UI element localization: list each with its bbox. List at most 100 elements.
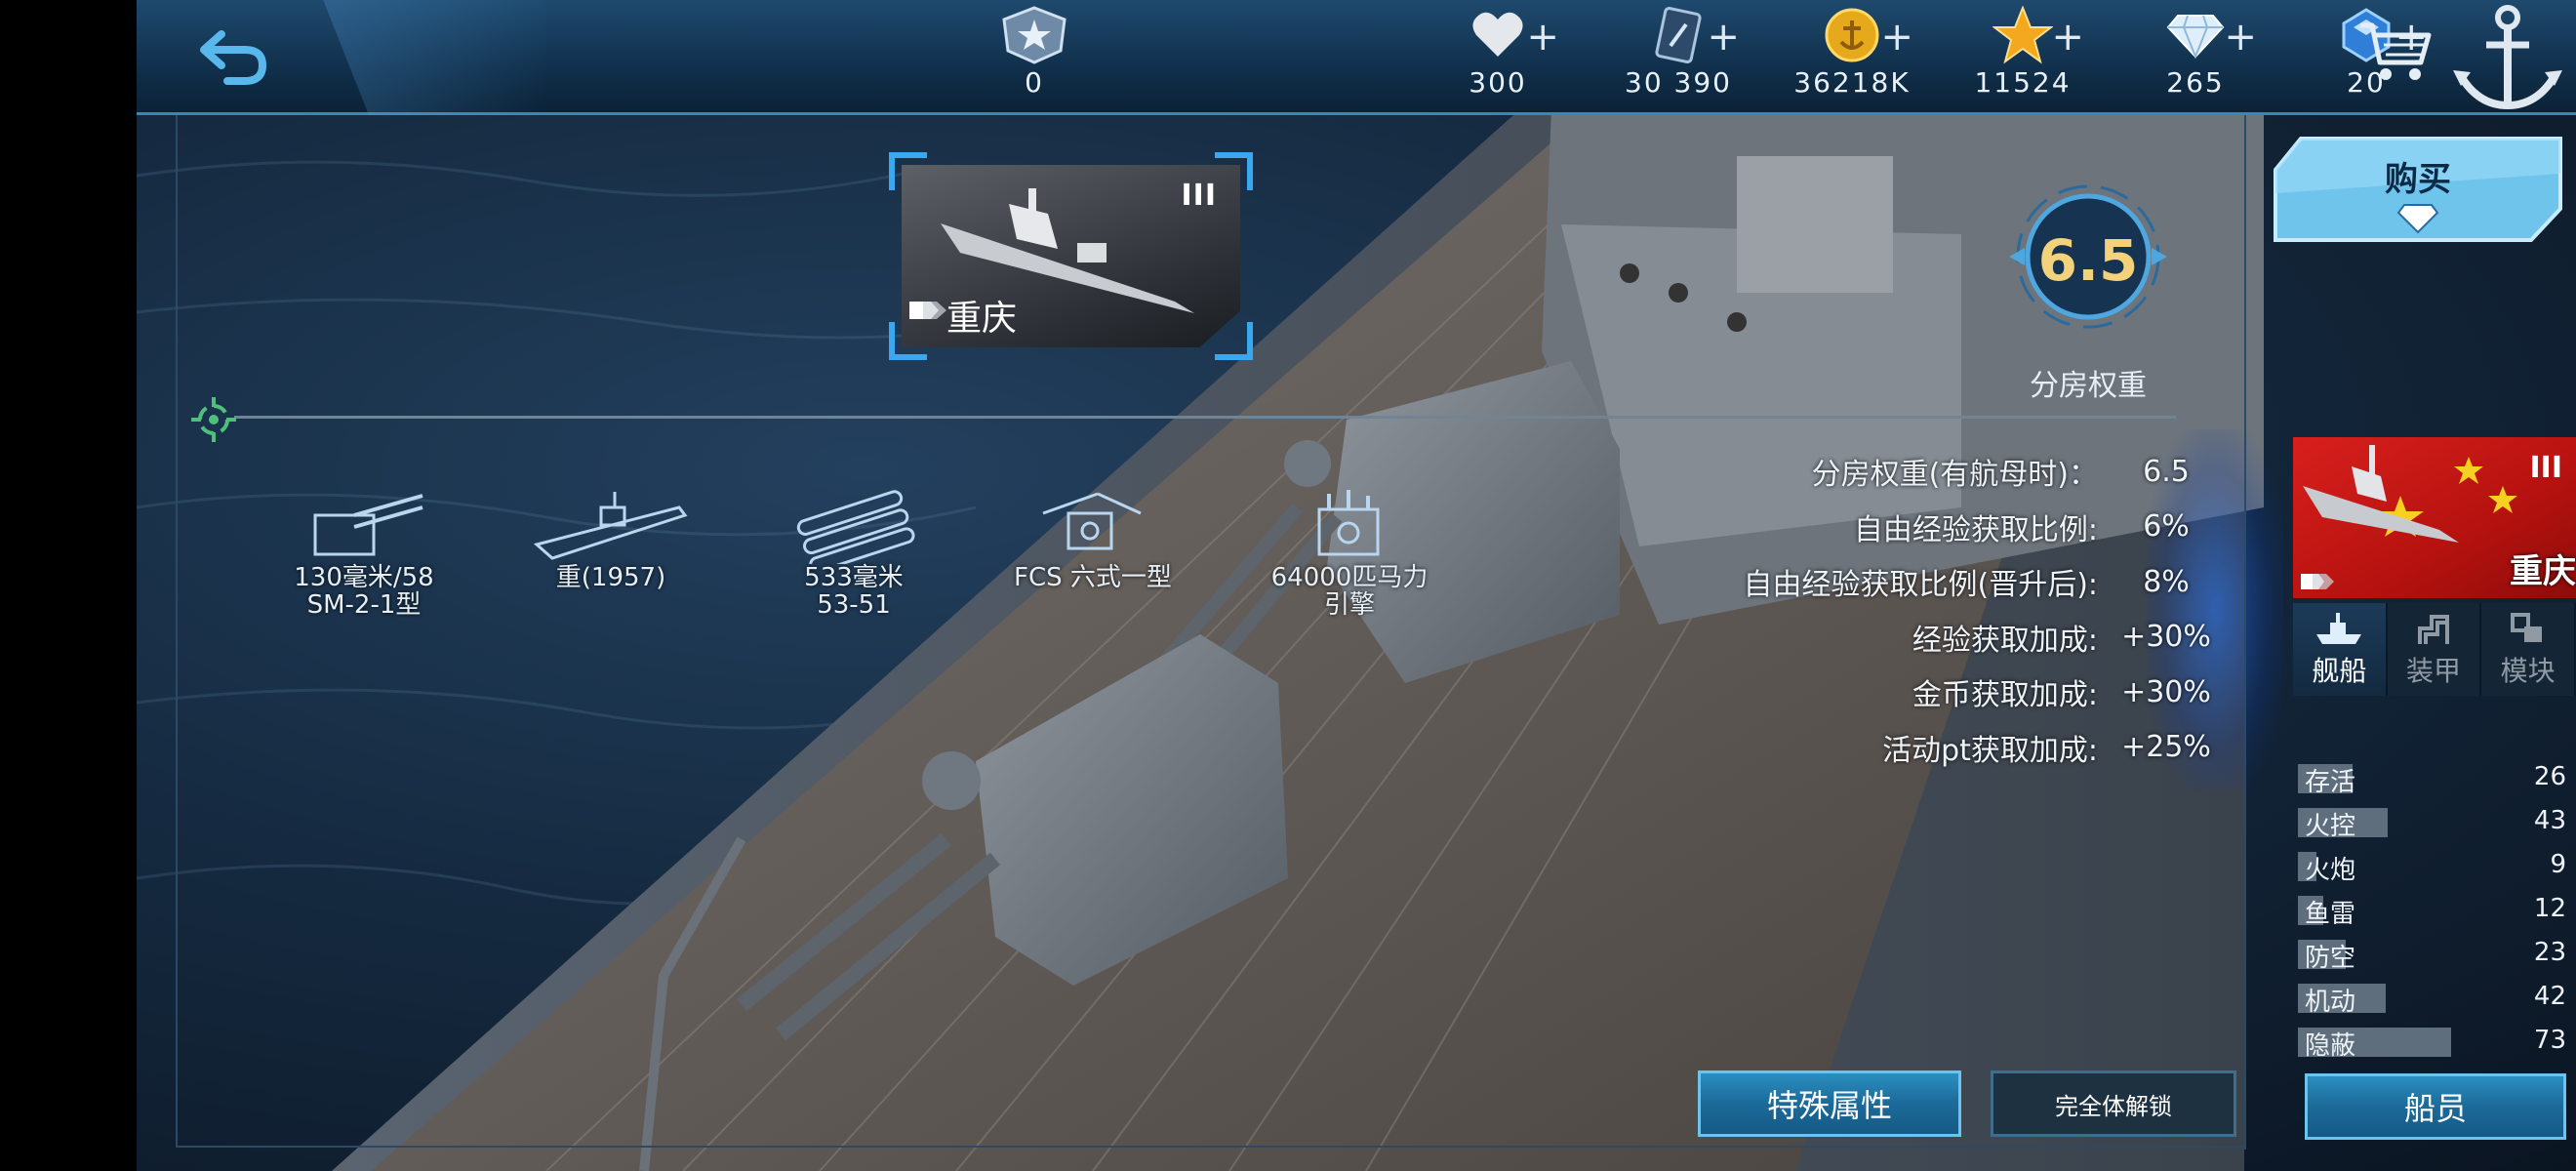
attribute-label: 鱼雷: [2305, 900, 2356, 929]
buy-button[interactable]: 购买: [2272, 135, 2564, 247]
top-bar: 0 + 300 + 30 390 + 36218K + 11524 + 265 …: [137, 0, 2576, 115]
rank-resource[interactable]: 0: [951, 6, 1117, 103]
card-resource[interactable]: + 30 390: [1595, 6, 1761, 103]
stat-label: 分房权重(有航母时)：: [1811, 458, 2098, 493]
main-gun-icon: [313, 494, 423, 556]
rank-value: 0: [1025, 66, 1044, 99]
attribute-list: 存活 26 火控 43 火炮 9 鱼雷 12 防空 23 机动 42 隐蔽 73: [2293, 756, 2576, 1064]
ship-name: 重庆: [946, 299, 1018, 339]
destroyer-class-icon: [909, 302, 946, 319]
attribute-label: 防空: [2305, 944, 2356, 973]
stat-row: 经验获取加成: +30%: [1542, 610, 2225, 666]
buy-label: 购买: [2385, 160, 2451, 199]
fire-control-icon: [1042, 492, 1142, 550]
special-attributes-button[interactable]: 特殊属性: [1698, 1070, 1961, 1137]
engine-icon: [1317, 490, 1380, 556]
side-ship-tier: III: [2529, 451, 2563, 485]
selected-ship-card[interactable]: III 重庆: [888, 151, 1254, 361]
attribute-label: 火炮: [2305, 856, 2356, 885]
fire-control-slot[interactable]: FCS 六式一型: [986, 476, 1200, 591]
attribute-row: 隐蔽 73: [2293, 1020, 2576, 1064]
gold-value: 36218K: [1793, 66, 1911, 99]
shop-cart-button[interactable]: [2356, 18, 2435, 86]
stat-row: 自由经验获取比例: 6%: [1542, 500, 2225, 555]
info-tabs: 舰船 装甲 模块: [2293, 603, 2576, 696]
side-ship-name: 重庆: [2510, 552, 2576, 591]
stat-value: +30%: [2121, 620, 2211, 655]
anchor-menu-button[interactable]: [2449, 0, 2566, 115]
diamond-value: 265: [2166, 66, 2225, 99]
plus-icon: +: [1526, 15, 1559, 60]
stat-row: 活动pt获取加成: +25%: [1542, 720, 2225, 776]
torpedo-label-1: 533毫米: [804, 563, 904, 592]
engine-label-2: 引擎: [1323, 590, 1375, 620]
divider-line: [234, 416, 2176, 419]
torpedo-icon: [796, 490, 915, 564]
tab-armor[interactable]: 装甲: [2387, 603, 2482, 696]
attribute-value: 73: [2533, 1026, 2566, 1055]
ship-flag-card[interactable]: III 重庆: [2293, 437, 2576, 598]
full-unlock-button[interactable]: 完全体解锁: [1991, 1070, 2236, 1137]
ship-stats-list: 分房权重(有航母时)： 6.5 自由经验获取比例: 6% 自由经验获取比例(晋升…: [1542, 444, 2225, 775]
module-tab-icon: [2510, 612, 2542, 642]
back-button[interactable]: [137, 0, 332, 115]
plus-icon: +: [1707, 15, 1740, 60]
heart-resource[interactable]: + 300: [1415, 6, 1581, 103]
gold-resource[interactable]: + 36218K: [1769, 6, 1935, 103]
attribute-value: 43: [2533, 806, 2566, 835]
attribute-value: 12: [2533, 894, 2566, 923]
star-value: 11524: [1974, 66, 2072, 99]
hull-slot[interactable]: 重(1957): [503, 476, 718, 591]
main-gun-slot[interactable]: 130毫米/58 SM-2-1型: [257, 476, 471, 619]
attribute-value: 9: [2550, 850, 2566, 879]
torpedo-slot[interactable]: 533毫米 53-51: [746, 476, 961, 619]
back-arrow-icon: [200, 30, 267, 85]
card-value: 30 390: [1625, 66, 1732, 99]
attribute-value: 26: [2533, 762, 2566, 791]
tab-module[interactable]: 模块: [2481, 603, 2576, 696]
attribute-label: 机动: [2305, 988, 2356, 1017]
engine-label-1: 64000匹马力: [1270, 563, 1429, 592]
engine-slot[interactable]: 64000匹马力 引擎: [1242, 476, 1457, 619]
attribute-label: 隐蔽: [2305, 1031, 2356, 1061]
card-icon: [1655, 7, 1702, 63]
attribute-row: 存活 26: [2293, 756, 2576, 800]
attribute-row: 防空 23: [2293, 932, 2576, 976]
plus-icon: +: [1880, 15, 1913, 60]
stat-label: 活动pt获取加成:: [1882, 733, 2098, 768]
heart-value: 300: [1469, 66, 1527, 99]
tab-armor-label: 装甲: [2406, 654, 2462, 687]
anchor-icon: [2453, 5, 2562, 110]
crew-button[interactable]: 船员: [2305, 1073, 2566, 1140]
armor-tab-icon: [2418, 614, 2449, 644]
torpedo-label-2: 53-51: [817, 590, 891, 620]
plus-icon: +: [2224, 15, 2257, 60]
attribute-row: 火控 43: [2293, 800, 2576, 844]
stat-label: 自由经验获取比例(晋升后):: [1743, 568, 2098, 603]
attribute-row: 机动 42: [2293, 976, 2576, 1020]
attribute-label: 存活: [2305, 768, 2356, 797]
star-icon: [1992, 6, 2053, 64]
crosshair-icon: [191, 397, 236, 442]
rank-icon: [1002, 6, 1067, 64]
ship-tab-icon: [2316, 612, 2362, 644]
star-resource[interactable]: + 11524: [1940, 6, 2106, 103]
heart-icon: [1472, 12, 1523, 57]
stat-label: 经验获取加成:: [1912, 623, 2098, 658]
stat-label: 金币获取加成:: [1912, 678, 2098, 713]
tab-ship[interactable]: 舰船: [2293, 603, 2388, 696]
stat-label: 自由经验获取比例:: [1853, 512, 2098, 547]
tab-ship-label: 舰船: [2312, 654, 2367, 687]
diamond-resource[interactable]: + 265: [2113, 6, 2278, 103]
stat-row: 分房权重(有航母时)： 6.5: [1542, 444, 2225, 500]
weight-badge: 6.5: [1995, 183, 2181, 330]
stat-value: +25%: [2121, 730, 2211, 765]
hull-label-1: 重(1957): [555, 563, 666, 592]
game-screen: 0 + 300 + 30 390 + 36218K + 11524 + 265 …: [137, 0, 2576, 1171]
gold-coin-icon: [1825, 8, 1879, 62]
tab-module-label: 模块: [2500, 654, 2556, 687]
fire-control-label-1: FCS 六式一型: [1014, 563, 1172, 592]
stat-value: 6%: [2143, 509, 2190, 545]
attribute-value: 23: [2533, 938, 2566, 967]
stat-row: 金币获取加成: +30%: [1542, 665, 2225, 720]
